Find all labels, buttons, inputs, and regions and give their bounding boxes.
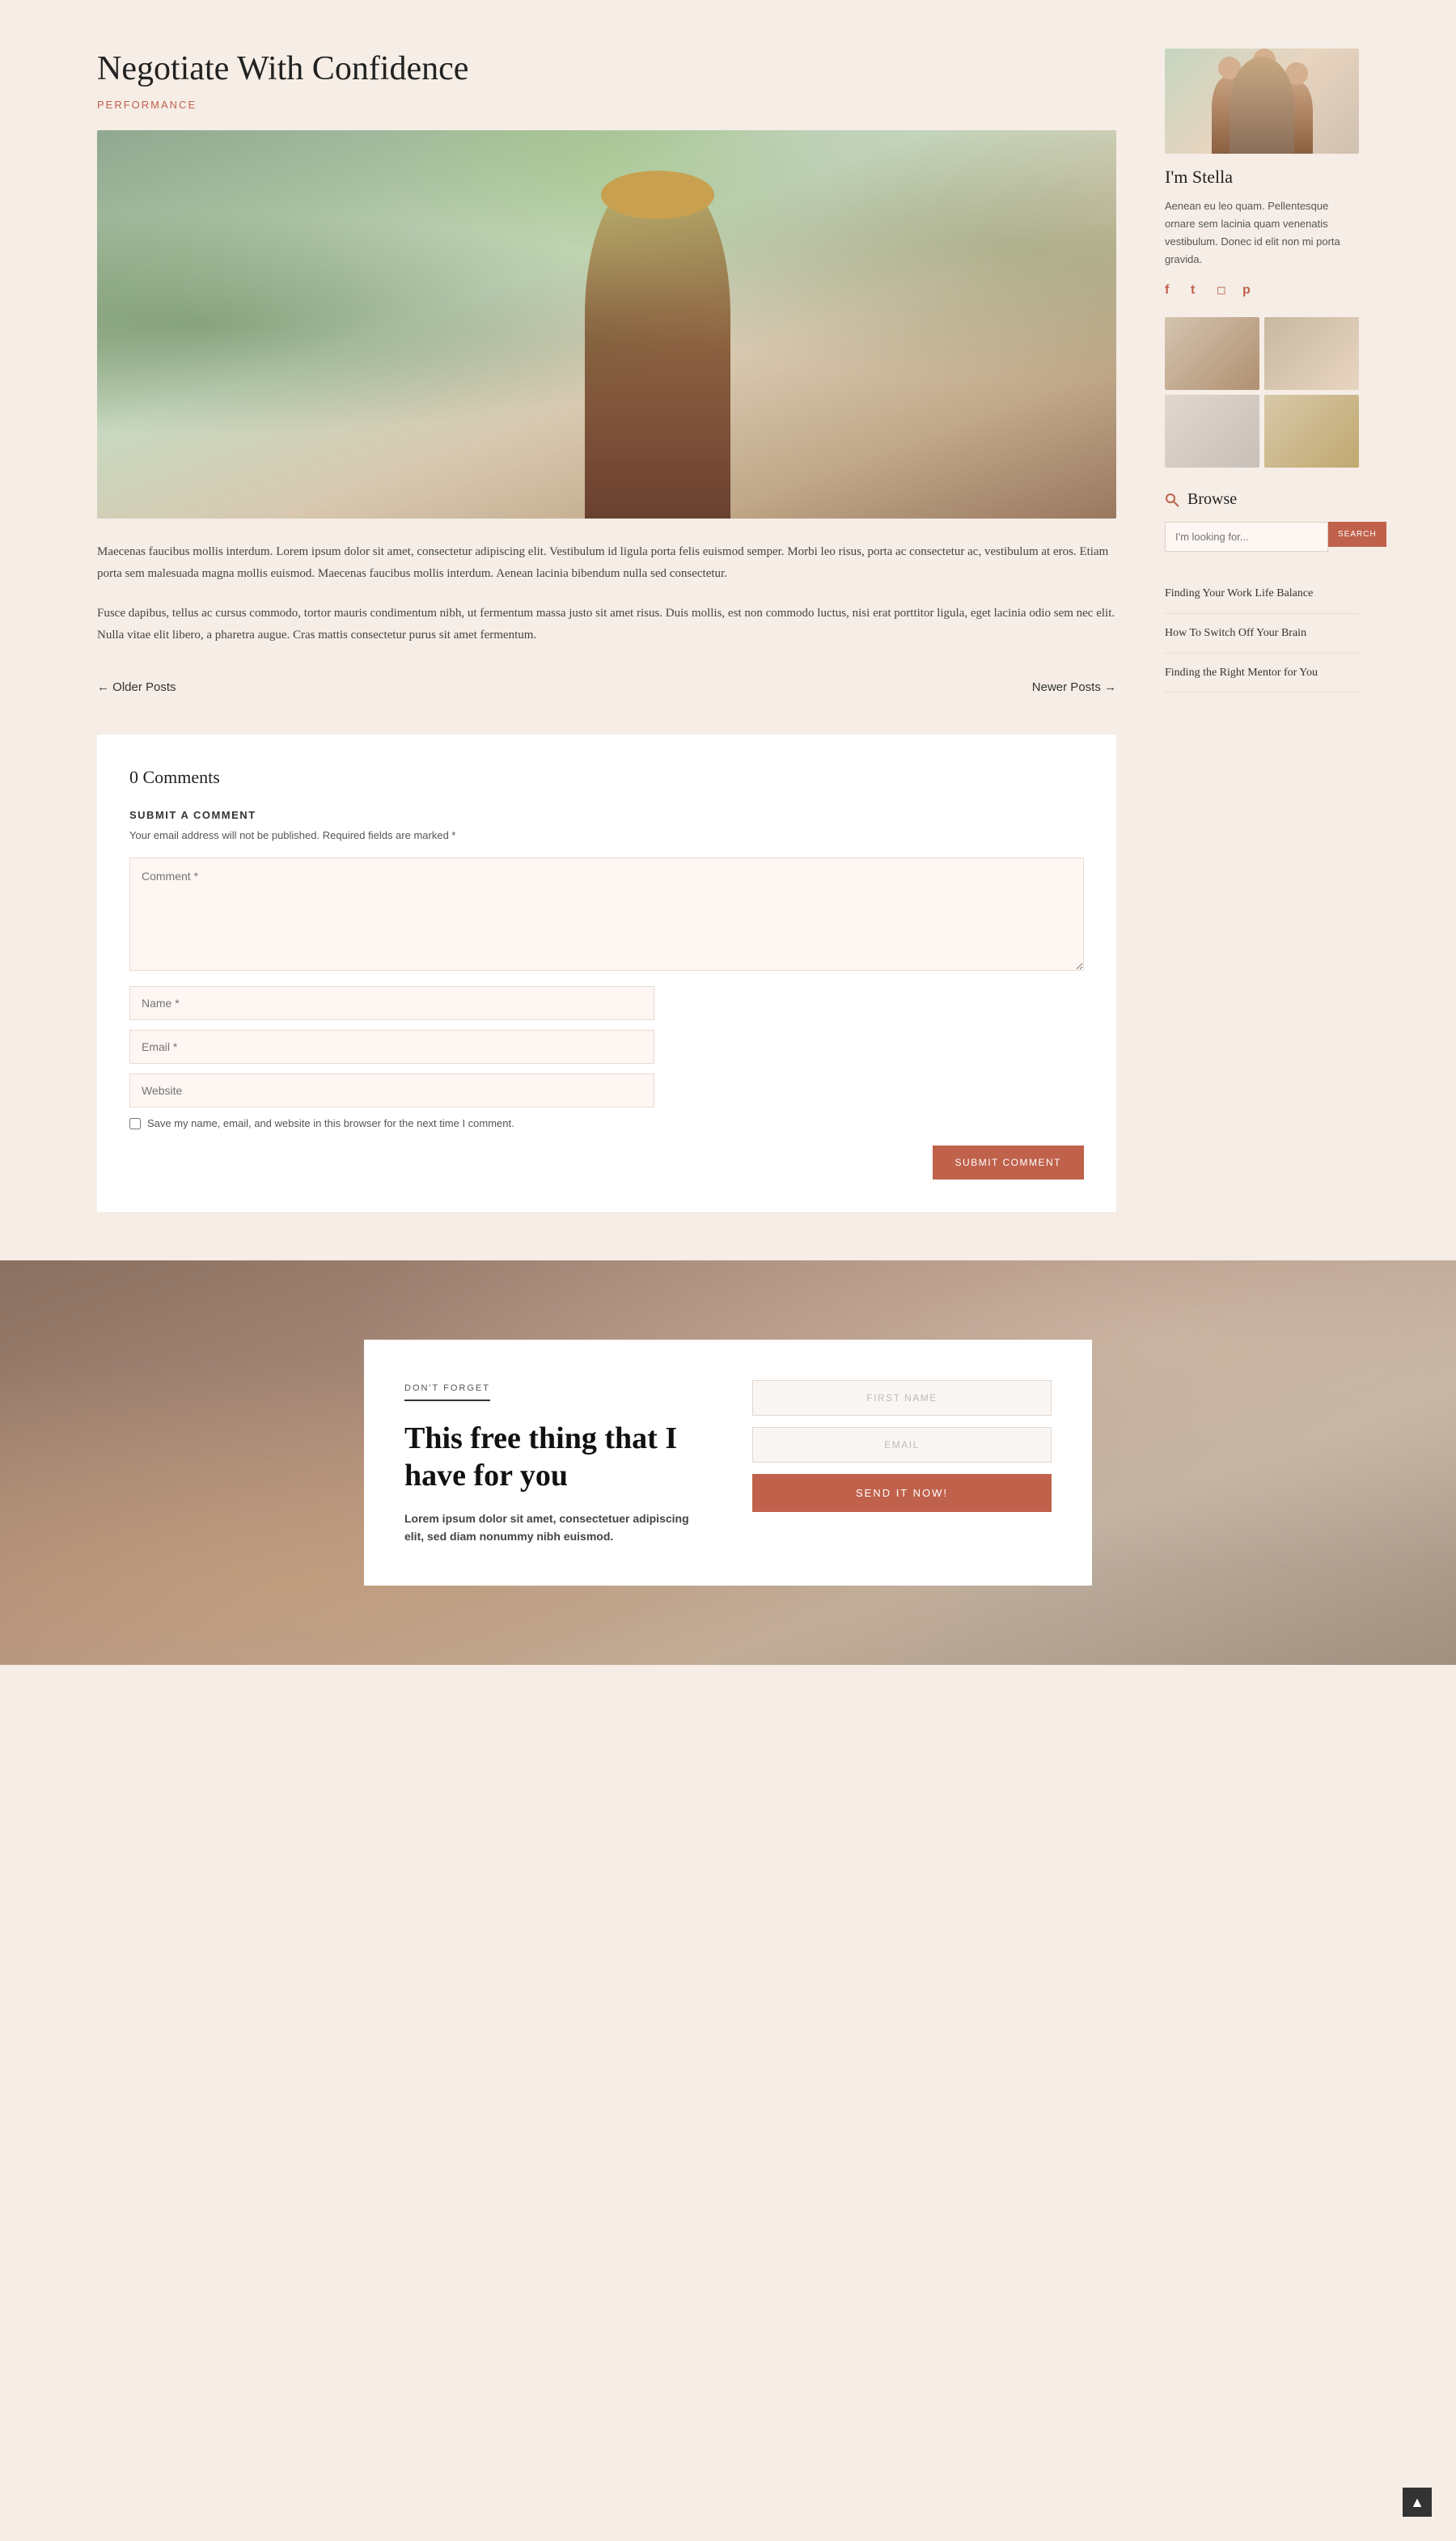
submit-comment-button[interactable]: SUBMIT COMMENT (933, 1146, 1084, 1179)
newer-posts-link[interactable]: Newer Posts → (1032, 680, 1116, 694)
scroll-to-top-button[interactable]: ▲ (1403, 2488, 1432, 2517)
author-bio: Aenean eu leo quam. Pellentesque ornare … (1165, 197, 1359, 269)
post-category: PERFORMANCE (97, 99, 1116, 111)
cta-send-button[interactable]: SEND IT NOW! (752, 1474, 1052, 1512)
hero-greenery (97, 130, 1116, 519)
pagination: ← Older Posts Newer Posts → (97, 664, 1116, 710)
cta-left: DON'T FORGET This free thing that I have… (404, 1380, 704, 1545)
save-label-text: Save my name, email, and website in this… (147, 1117, 514, 1129)
social-icons: f t ◻ p (1165, 283, 1359, 298)
save-checkbox[interactable] (129, 1118, 141, 1129)
name-input[interactable] (129, 986, 654, 1020)
article-column: Negotiate With Confidence PERFORMANCE Ma… (97, 49, 1116, 1212)
comment-form: Save my name, email, and website in this… (129, 858, 1084, 1179)
comments-count: 0 Comments (129, 767, 1084, 788)
comment-required-text: Required fields are marked * (323, 829, 456, 841)
comment-textarea[interactable] (129, 858, 1084, 971)
older-posts-link[interactable]: ← Older Posts (97, 680, 176, 694)
person-silhouette-1 (1212, 77, 1248, 154)
scroll-top-icon: ▲ (1410, 2494, 1424, 2511)
author-people-decoration (1165, 49, 1359, 154)
facebook-icon[interactable]: f (1165, 283, 1179, 298)
cta-right: SEND IT NOW! (752, 1380, 1052, 1512)
author-image (1165, 49, 1359, 154)
person-silhouette-2 (1244, 69, 1285, 154)
browse-label: Browse (1187, 490, 1237, 509)
pinterest-icon[interactable]: p (1242, 283, 1257, 298)
cta-headline: This free thing that I have for you (404, 1421, 704, 1494)
cta-body-text: Lorem ipsum dolor sit amet, consectetuer… (404, 1510, 704, 1546)
recent-post-item-3[interactable]: Finding the Right Mentor for You (1165, 654, 1359, 693)
main-content: Negotiate With Confidence PERFORMANCE Ma… (0, 0, 1456, 1260)
search-input[interactable] (1165, 522, 1328, 552)
comments-section: 0 Comments SUBMIT A COMMENT Your email a… (97, 735, 1116, 1212)
hero-image-content (97, 130, 1116, 519)
recent-post-item-1[interactable]: Finding Your Work Life Balance (1165, 574, 1359, 614)
cta-dont-forget-label: DON'T FORGET (404, 1383, 490, 1401)
save-me-label: Save my name, email, and website in this… (129, 1117, 1084, 1129)
author-name: I'm Stella (1165, 167, 1359, 188)
cta-first-name-input[interactable] (752, 1380, 1052, 1416)
cta-email-input[interactable] (752, 1427, 1052, 1463)
comment-note: Your email address will not be published… (129, 829, 1084, 841)
website-input[interactable] (129, 1074, 654, 1107)
gallery-thumb-1[interactable] (1165, 317, 1259, 390)
browse-search: SEARCH (1165, 522, 1359, 552)
sidebar-recent-posts: Finding Your Work Life Balance How To Sw… (1165, 574, 1359, 692)
post-title: Negotiate With Confidence (97, 49, 1116, 89)
comment-note-text: Your email address will not be published… (129, 829, 320, 841)
recent-post-item-2[interactable]: How To Switch Off Your Brain (1165, 614, 1359, 654)
cta-section: DON'T FORGET This free thing that I have… (0, 1260, 1456, 1665)
twitter-icon[interactable]: t (1191, 283, 1205, 298)
gallery-thumb-4[interactable] (1264, 395, 1359, 468)
post-body-paragraph-2: Fusce dapibus, tellus ac cursus commodo,… (97, 603, 1116, 646)
browse-title: Browse (1165, 490, 1359, 509)
search-button[interactable]: SEARCH (1328, 522, 1386, 547)
sidebar-browse: Browse SEARCH (1165, 490, 1359, 552)
submit-comment-heading: SUBMIT A COMMENT (129, 809, 1084, 821)
gallery-thumb-2[interactable] (1264, 317, 1359, 390)
gallery-thumb-3[interactable] (1165, 395, 1259, 468)
sidebar: I'm Stella Aenean eu leo quam. Pellentes… (1165, 49, 1359, 1212)
post-hero-image (97, 130, 1116, 519)
page-wrapper: Negotiate With Confidence PERFORMANCE Ma… (0, 0, 1456, 1665)
person-silhouette-3 (1280, 83, 1313, 154)
search-icon (1165, 493, 1179, 507)
cta-card: DON'T FORGET This free thing that I have… (364, 1340, 1092, 1586)
email-input[interactable] (129, 1030, 654, 1064)
post-body-paragraph-1: Maecenas faucibus mollis interdum. Lorem… (97, 541, 1116, 585)
instagram-icon[interactable]: ◻ (1217, 283, 1231, 298)
sidebar-gallery (1165, 317, 1359, 468)
